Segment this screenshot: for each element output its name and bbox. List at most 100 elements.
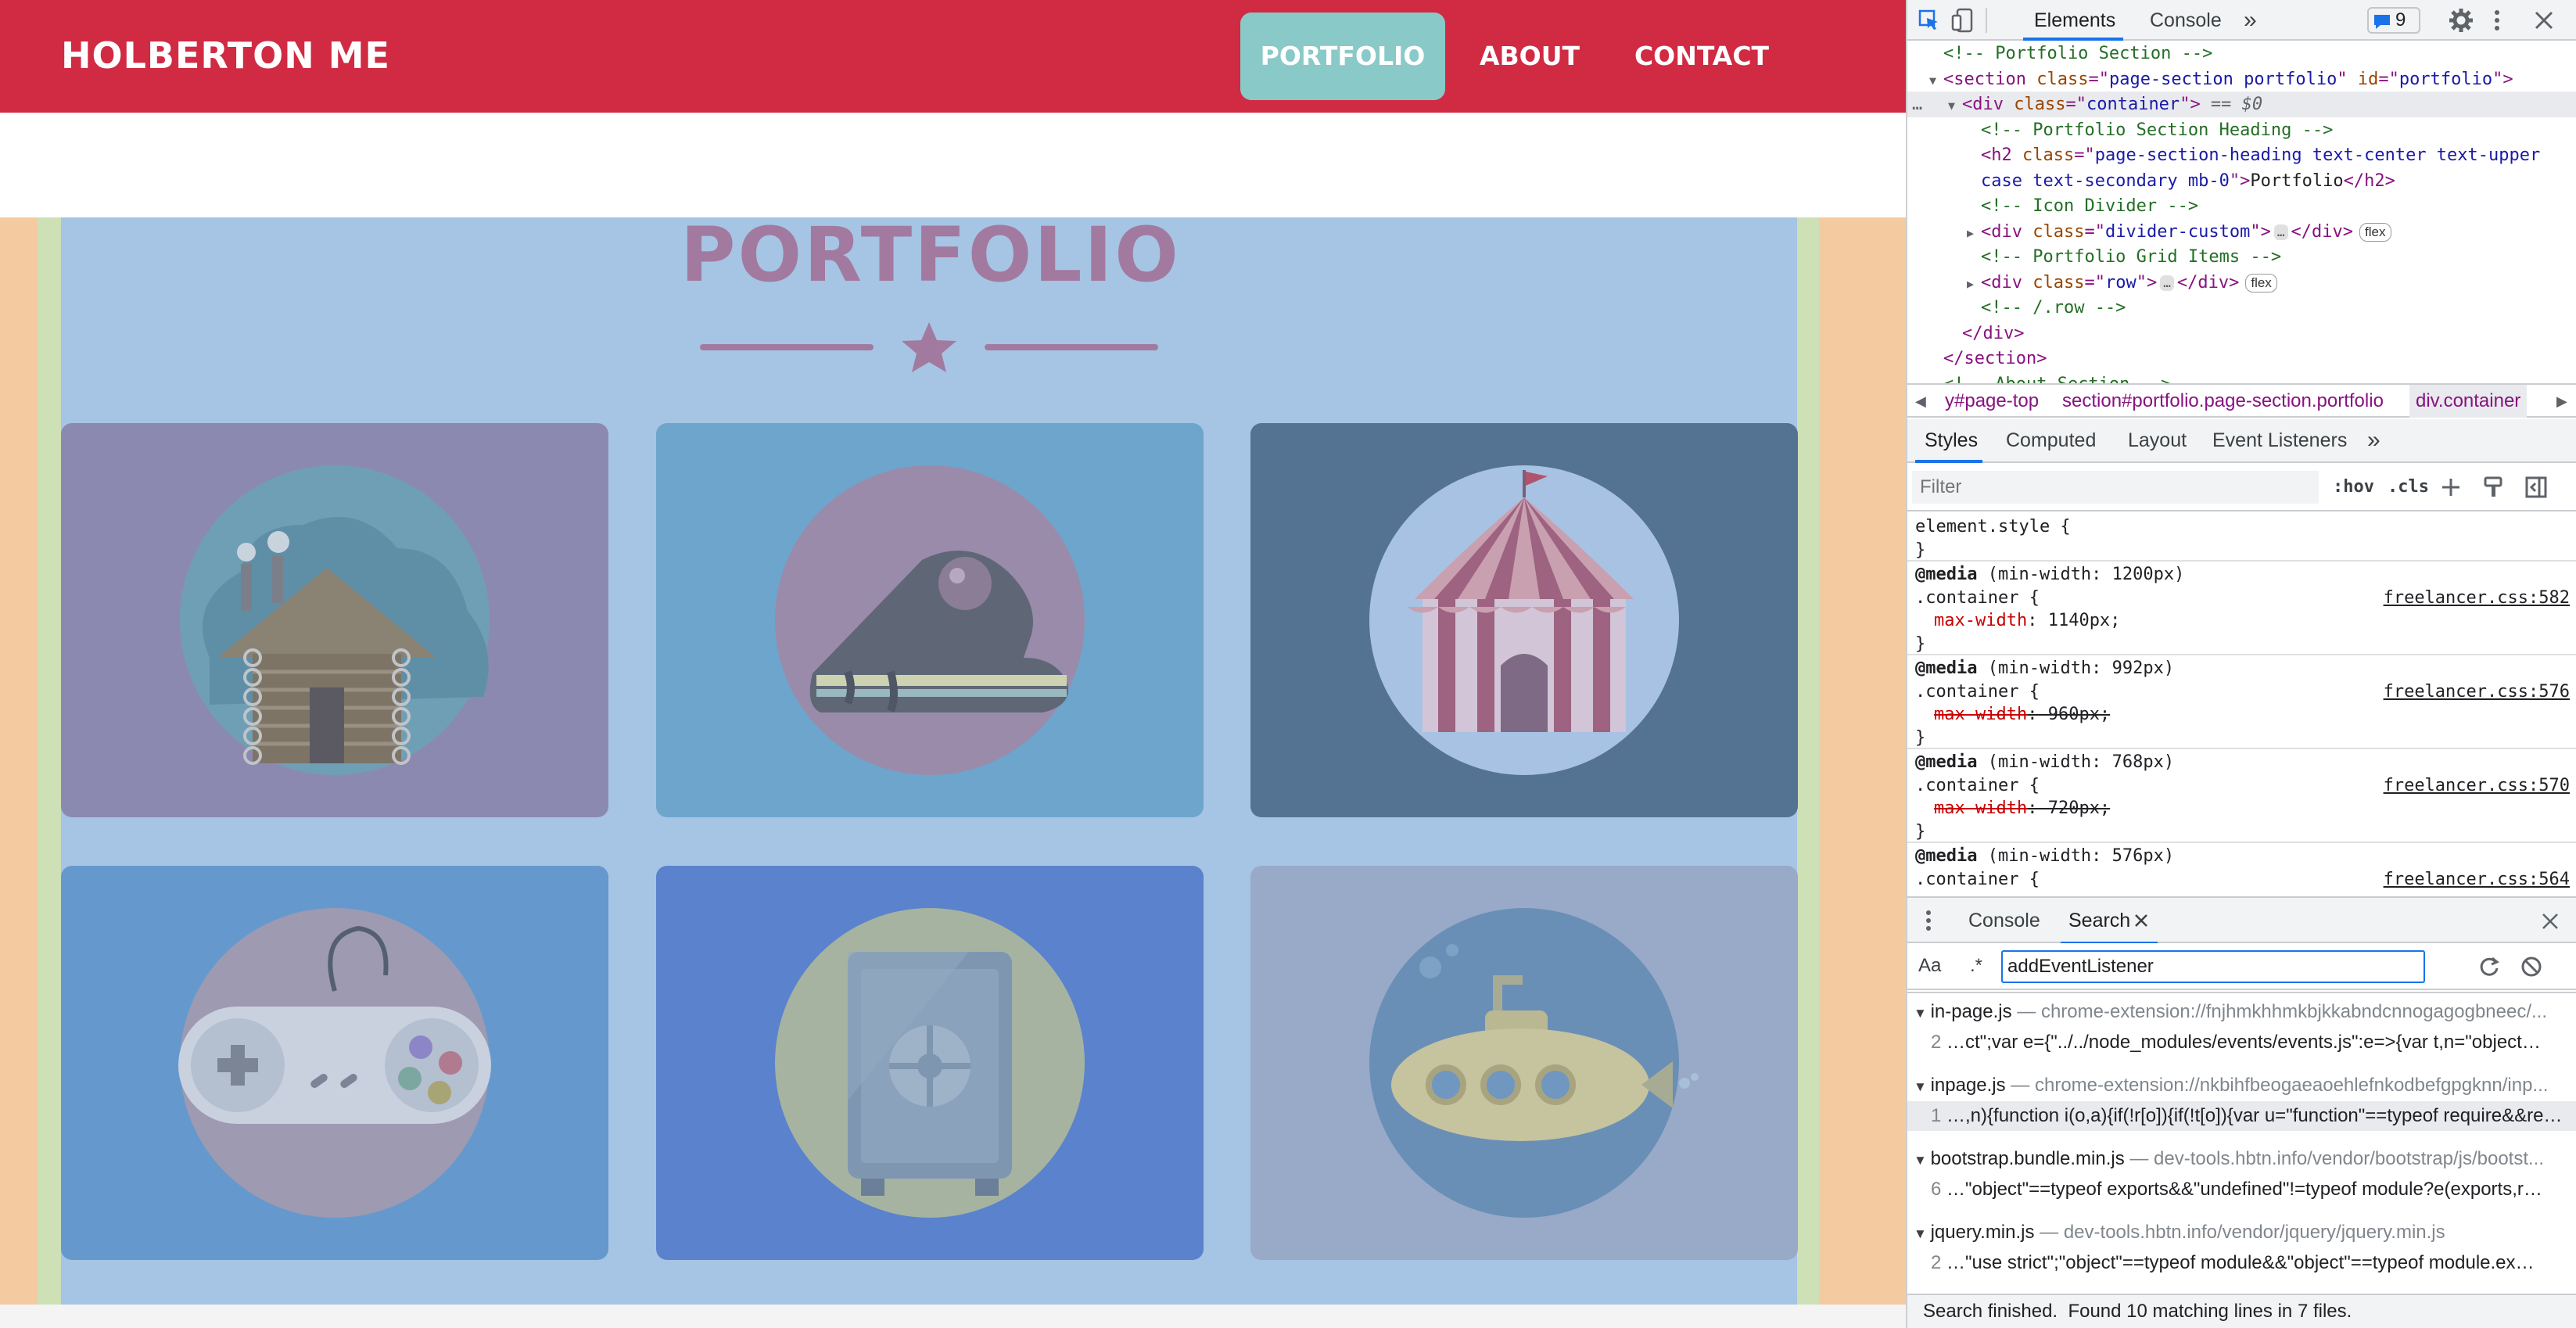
- dom-node[interactable]: <!-- Portfolio Section -->: [1907, 41, 2576, 66]
- dom-node[interactable]: case text-secondary mb-0">Portfolio</h2>: [1907, 168, 2576, 194]
- css-source-link[interactable]: freelancer.css:582: [2384, 586, 2570, 610]
- search-input[interactable]: [2001, 950, 2425, 983]
- portfolio-item-submarine[interactable]: [1250, 866, 1798, 1260]
- html-comment: <!-- Portfolio Section Heading -->: [1981, 120, 2334, 140]
- clear-search-icon[interactable]: [2520, 956, 2542, 978]
- refresh-icon[interactable]: [2478, 956, 2500, 978]
- expand-arrow-icon[interactable]: ▼: [1948, 93, 1962, 119]
- dom-node[interactable]: ▼ <section class="page-section portfolio"…: [1907, 66, 2576, 92]
- search-result-line[interactable]: 1 …,n){function i(o,a){if(!r[o]){if(!t[o…: [1907, 1101, 2576, 1131]
- portfolio-item-circus[interactable]: [1250, 423, 1798, 817]
- css-source-link[interactable]: freelancer.css:564: [2384, 867, 2570, 892]
- css-source-link[interactable]: freelancer.css:576: [2384, 680, 2570, 704]
- tab-elements[interactable]: Elements: [2034, 0, 2115, 41]
- breadcrumb-item-container[interactable]: div.container: [2409, 385, 2528, 418]
- breadcrumb-item-page-top[interactable]: y#page-top: [1945, 385, 2039, 418]
- dom-node[interactable]: </div>: [1907, 321, 2576, 346]
- kebab-menu-icon[interactable]: [2492, 8, 2502, 33]
- media-query: (min-width: 576px): [1977, 846, 2175, 866]
- drawer-tab-console[interactable]: Console: [1968, 898, 2040, 943]
- icon-divider: [700, 322, 1158, 372]
- tab-event-listeners[interactable]: Event Listeners: [2212, 419, 2347, 461]
- flex-badge[interactable]: flex: [2245, 273, 2277, 293]
- expand-arrow-icon[interactable]: ▶: [1967, 271, 1981, 297]
- search-result-line[interactable]: 2 …ct";var e={"../../node_modules/events…: [1907, 1028, 2576, 1057]
- dom-node[interactable]: <!-- Portfolio Section Heading -->: [1907, 117, 2576, 143]
- safe-icon: [775, 908, 1085, 1218]
- close-devtools-icon[interactable]: [2533, 9, 2555, 31]
- portfolio-item-cabin[interactable]: [61, 423, 608, 817]
- dom-node[interactable]: <!-- /.row -->: [1907, 295, 2576, 321]
- search-result-file[interactable]: ▼ jquery.min.js — dev-tools.hbtn.info/ve…: [1914, 1217, 2574, 1248]
- tab-styles[interactable]: Styles: [1925, 419, 1978, 461]
- line-number: 2: [1931, 1252, 1947, 1273]
- dom-node[interactable]: </section>: [1907, 346, 2576, 371]
- nav-link-contact[interactable]: CONTACT: [1615, 13, 1788, 100]
- tab-computed[interactable]: Computed: [2006, 419, 2096, 461]
- brand-logo[interactable]: HOLBERTON ME: [61, 34, 390, 77]
- portfolio-item-cake[interactable]: [656, 423, 1204, 817]
- dom-node[interactable]: … ▼ <div class="container"> == $0: [1907, 92, 2576, 117]
- tag: ": [2337, 69, 2348, 89]
- more-styles-tabs-button[interactable]: »: [2367, 419, 2380, 461]
- drawer-tab-search[interactable]: Search: [2068, 898, 2130, 943]
- dom-node[interactable]: ▶ <div class="divider-custom">… </div> flex: [1907, 219, 2576, 245]
- device-toolbar-icon[interactable]: [1951, 8, 1975, 33]
- more-tabs-button[interactable]: »: [2244, 0, 2257, 41]
- attr-name: id: [2357, 69, 2379, 89]
- flex-badge[interactable]: flex: [2359, 222, 2391, 242]
- search-result-line[interactable]: 2 …"use strict";"object"==typeof module&…: [1907, 1248, 2576, 1278]
- nav-link-portfolio[interactable]: PORTFOLIO: [1240, 13, 1445, 100]
- media-query: (min-width: 992px): [1977, 659, 2175, 678]
- search-result-line[interactable]: 6 …"object"==typeof exports&&"undefined"…: [1907, 1175, 2576, 1204]
- tab-console[interactable]: Console: [2150, 0, 2222, 41]
- expand-arrow-icon[interactable]: ▼: [1929, 68, 1943, 94]
- inspect-element-icon[interactable]: [1918, 9, 1940, 31]
- attr-value: page-section portfolio: [2108, 69, 2337, 89]
- attr-name: class: [2036, 69, 2089, 89]
- search-result-file[interactable]: ▼ in-page.js — chrome-extension://fnjhmk…: [1914, 996, 2574, 1028]
- expand-arrow-icon[interactable]: ▶: [1967, 221, 1981, 246]
- regex-toggle[interactable]: .*: [1970, 943, 1982, 989]
- breadcrumb-item-section[interactable]: section#portfolio.page-section.portfolio: [2062, 385, 2384, 418]
- dom-node[interactable]: <!-- About Section -->: [1907, 371, 2576, 384]
- tab-layout[interactable]: Layout: [2128, 419, 2187, 461]
- issues-badge[interactable]: 9: [2367, 7, 2420, 34]
- styles-filter-input[interactable]: [1912, 471, 2319, 504]
- dom-node[interactable]: ▶ <div class="row">… </div> flex: [1907, 270, 2576, 296]
- css-rule-line: max-width: 1140px;: [1915, 608, 2120, 633]
- dom-node[interactable]: <!-- Portfolio Grid Items -->: [1907, 244, 2576, 270]
- search-result-file[interactable]: ▼ bootstrap.bundle.min.js — dev-tools.hb…: [1914, 1143, 2574, 1175]
- css-value: : 960px;: [2027, 705, 2111, 724]
- attr-value: container: [2086, 95, 2180, 114]
- tag: >: [2146, 272, 2158, 293]
- dom-node[interactable]: <h2 class="page-section-heading text-cen…: [1907, 142, 2576, 168]
- search-result-file[interactable]: ▼ inpage.js — chrome-extension://nkbihfb…: [1914, 1070, 2574, 1101]
- drawer-menu-icon[interactable]: [1925, 909, 1932, 932]
- match-case-toggle[interactable]: Aa: [1918, 943, 1941, 989]
- class-toggle[interactable]: .cls: [2388, 465, 2429, 510]
- attr-value: case text-secondary mb-0: [1981, 170, 2230, 191]
- toggle-sidebar-icon[interactable]: [2525, 476, 2549, 499]
- tag: >: [2502, 69, 2513, 89]
- nav-link-about[interactable]: ABOUT: [1464, 13, 1595, 100]
- tag: =": [2065, 95, 2086, 114]
- breadcrumb-right-arrow-icon[interactable]: ▶: [2556, 385, 2567, 418]
- paint-bucket-icon[interactable]: [2483, 476, 2505, 499]
- add-rule-icon[interactable]: [2441, 477, 2461, 497]
- tag: <div: [1962, 95, 2004, 114]
- styles-filter-row: :hov .cls: [1907, 465, 2576, 511]
- html-comment: <!-- Portfolio Grid Items -->: [1981, 247, 2282, 267]
- portfolio-item-game[interactable]: [61, 866, 608, 1260]
- close-search-tab-icon[interactable]: [2134, 913, 2148, 928]
- settings-gear-icon[interactable]: [2449, 8, 2474, 33]
- hover-state-toggle[interactable]: :hov: [2333, 465, 2374, 510]
- close-drawer-icon[interactable]: [2541, 912, 2560, 931]
- dom-node[interactable]: <!-- Icon Divider -->: [1907, 193, 2576, 219]
- portfolio-item-safe[interactable]: [656, 866, 1204, 1260]
- css-rule-separator: [1907, 654, 2576, 655]
- breadcrumb-left-arrow-icon[interactable]: ◀: [1915, 385, 1926, 418]
- css-source-link[interactable]: freelancer.css:570: [2384, 773, 2570, 798]
